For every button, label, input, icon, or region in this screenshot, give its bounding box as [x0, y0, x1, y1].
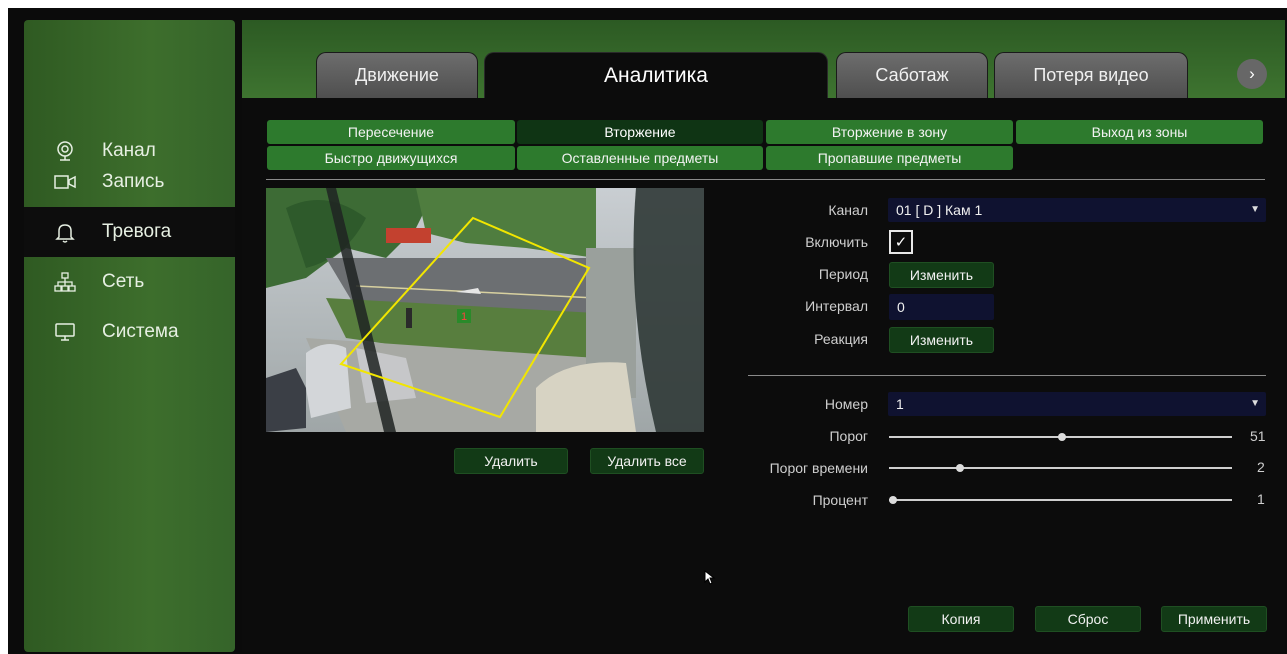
tab-label: Саботаж [875, 65, 949, 85]
sidebar-item-network[interactable]: Сеть [24, 257, 235, 307]
bell-icon [54, 221, 76, 243]
checkmark-icon: ✓ [894, 234, 908, 251]
number-value: 1 [896, 396, 904, 412]
tab-label: Движение [355, 65, 439, 85]
enable-checkbox[interactable]: ✓ [889, 230, 913, 254]
number-select[interactable]: 1 ▼ [888, 392, 1266, 416]
divider [748, 375, 1266, 376]
channel-value: 01 [ D ] Кам 1 [896, 202, 983, 218]
subtab-zone-enter[interactable]: Вторжение в зону [766, 120, 1013, 144]
apply-button[interactable]: Применить [1161, 606, 1267, 632]
period-label: Период [818, 266, 868, 282]
monitor-icon [54, 321, 76, 343]
sidebar-item-system[interactable]: Система [24, 307, 235, 357]
time-threshold-slider[interactable] [889, 467, 1232, 469]
subtab-label: Выход из зоны [1091, 124, 1188, 140]
tab-sabotage[interactable]: Саботаж [836, 52, 988, 98]
camera-preview[interactable]: 1 [266, 188, 704, 432]
tab-label: Потеря видео [1033, 65, 1149, 85]
enable-label: Включить [805, 234, 868, 250]
interval-label: Интервал [805, 298, 868, 314]
threshold-value: 51 [1250, 428, 1266, 444]
sidebar-item-label: Сеть [102, 271, 145, 292]
reaction-label: Реакция [814, 331, 868, 347]
subtab-label: Вторжение в зону [831, 124, 948, 140]
video-camera-icon [54, 171, 76, 193]
divider [266, 179, 1265, 180]
sidebar-item-label: Система [102, 321, 179, 342]
channel-select[interactable]: 01 [ D ] Кам 1 ▼ [888, 198, 1266, 222]
sidebar-item-label: Тревога [102, 221, 172, 242]
percent-slider-thumb[interactable] [889, 496, 897, 504]
subtab-abandoned-objects[interactable]: Оставленные предметы [517, 146, 763, 170]
network-icon [54, 271, 76, 293]
reaction-edit-button[interactable]: Изменить [889, 327, 994, 353]
tab-label: Аналитика [604, 63, 708, 87]
subtab-missing-objects[interactable]: Пропавшие предметы [766, 146, 1013, 170]
tab-video-loss[interactable]: Потеря видео [994, 52, 1188, 98]
subtab-intrusion[interactable]: Вторжение [517, 120, 763, 144]
delete-button[interactable]: Удалить [454, 448, 568, 474]
subtab-crossing[interactable]: Пересечение [267, 120, 515, 144]
reset-button[interactable]: Сброс [1035, 606, 1141, 632]
copy-button[interactable]: Копия [908, 606, 1014, 632]
channel-label: Канал [828, 202, 868, 218]
button-label: Копия [941, 611, 981, 627]
threshold-slider-thumb[interactable] [1058, 433, 1066, 441]
subtab-label: Пересечение [347, 124, 435, 140]
zone-number-label: 1 [461, 311, 467, 323]
sidebar-item-label: Запись [102, 171, 165, 192]
interval-input[interactable]: 0 [889, 294, 994, 320]
mouse-cursor-icon [704, 570, 716, 585]
time-threshold-label: Порог времени [769, 460, 868, 476]
button-label: Изменить [909, 332, 974, 348]
button-label: Применить [1177, 611, 1251, 627]
time-threshold-slider-thumb[interactable] [956, 464, 964, 472]
number-label: Номер [824, 396, 868, 412]
percent-value: 1 [1257, 491, 1265, 507]
sidebar-item-alarm[interactable]: Тревога [24, 207, 235, 257]
subtab-zone-exit[interactable]: Выход из зоны [1016, 120, 1263, 144]
button-label: Удалить все [607, 453, 687, 469]
tab-analytics[interactable]: Аналитика [484, 52, 828, 98]
percent-slider[interactable] [889, 499, 1232, 501]
sidebar: Канал Запись Тревога Сеть Система [24, 20, 235, 652]
time-threshold-value: 2 [1257, 459, 1265, 475]
subtab-label: Пропавшие предметы [817, 150, 962, 166]
sidebar-item-record[interactable]: Запись [24, 157, 235, 207]
percent-label: Процент [812, 492, 868, 508]
button-label: Удалить [484, 453, 538, 469]
subtab-fast-moving[interactable]: Быстро движущихся [267, 146, 515, 170]
interval-value: 0 [897, 299, 905, 315]
chevron-down-icon: ▼ [1250, 204, 1260, 215]
subtab-label: Оставленные предметы [561, 150, 719, 166]
button-label: Изменить [909, 267, 974, 283]
button-label: Сброс [1067, 611, 1109, 627]
chevron-down-icon: ▼ [1250, 398, 1260, 409]
camera-scene: 1 [266, 188, 704, 432]
subtab-label: Вторжение [604, 124, 676, 140]
threshold-label: Порог [829, 428, 868, 444]
period-edit-button[interactable]: Изменить [889, 262, 994, 288]
tab-motion[interactable]: Движение [316, 52, 478, 98]
chevron-right-icon[interactable]: › [1237, 59, 1267, 89]
subtab-label: Быстро движущихся [324, 150, 458, 166]
delete-all-button[interactable]: Удалить все [590, 448, 704, 474]
